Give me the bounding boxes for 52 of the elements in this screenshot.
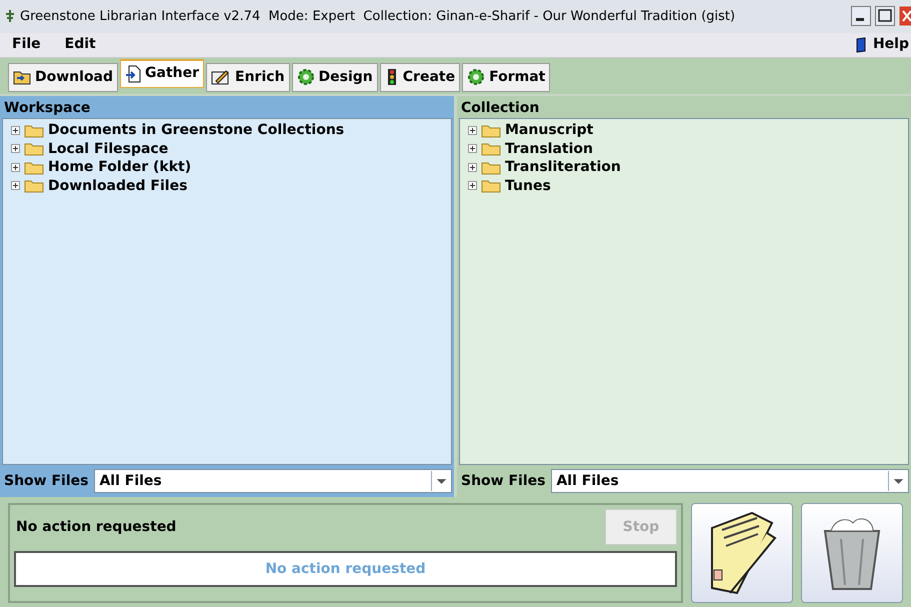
tree-item[interactable]: Manuscript xyxy=(505,123,594,138)
menu-item[interactable]: File xyxy=(0,34,53,56)
trash-button[interactable] xyxy=(801,503,903,604)
tab[interactable]: Create xyxy=(380,62,460,92)
minimize-icon[interactable] xyxy=(851,6,871,26)
filter-dropdown[interactable]: All Files xyxy=(551,469,909,494)
expand-icon[interactable] xyxy=(11,162,20,172)
tree-item[interactable]: Tunes xyxy=(505,178,551,193)
menu-item[interactable]: Edit xyxy=(52,34,108,56)
expand-icon[interactable] xyxy=(468,144,477,154)
tab[interactable]: Format xyxy=(462,62,550,92)
pencil-form-icon xyxy=(211,69,232,86)
maximize-icon[interactable] xyxy=(875,6,895,26)
tab[interactable]: Enrich xyxy=(206,62,290,92)
tree-item[interactable]: Local Filespace xyxy=(48,142,168,156)
window-title: Greenstone Librarian Interface v2.74 Mode: Expert Collection: Ginan-e-Sharif - Our Wonderful Tradition (gist) xyxy=(20,8,736,26)
pane-header: Workspace xyxy=(2,98,452,118)
filter-label: Show Files xyxy=(3,472,90,491)
expand-icon[interactable] xyxy=(11,126,20,135)
app-icon xyxy=(4,9,16,24)
tab[interactable]: Download xyxy=(8,62,118,92)
folder-icon xyxy=(481,178,501,194)
status-message: No action requested xyxy=(15,518,176,537)
filter-label: Show Files xyxy=(460,472,546,491)
expand-icon[interactable] xyxy=(468,181,477,190)
tree-item[interactable]: Documents in Greenstone Collections xyxy=(48,123,344,138)
document-arrow-icon xyxy=(125,64,142,83)
tab[interactable]: Gather xyxy=(120,58,204,88)
folder-icon xyxy=(481,122,501,138)
filter-dropdown[interactable]: All Files xyxy=(94,469,452,494)
expand-icon[interactable] xyxy=(11,144,20,154)
close-icon[interactable] xyxy=(899,6,911,26)
tree-item[interactable]: Home Folder (kkt) xyxy=(48,160,192,174)
menu-item[interactable]: Help xyxy=(868,34,911,56)
gear-icon xyxy=(296,68,315,86)
tree-item[interactable]: Downloaded Files xyxy=(48,178,188,193)
pane-header: Collection xyxy=(459,98,909,118)
folder-button[interactable] xyxy=(691,503,793,604)
expand-icon[interactable] xyxy=(468,126,477,135)
folder-icon xyxy=(481,141,501,156)
tree-item[interactable]: Translation xyxy=(505,142,593,156)
expand-icon[interactable] xyxy=(468,162,477,172)
gear-icon xyxy=(467,68,486,86)
folder-arrow-icon xyxy=(13,69,31,86)
tree-item[interactable]: Transliteration xyxy=(505,160,621,174)
expand-icon[interactable] xyxy=(11,181,20,190)
tab[interactable]: Design xyxy=(292,62,378,92)
folder-icon xyxy=(24,160,44,175)
folder-icon xyxy=(24,122,44,138)
folder-icon xyxy=(481,160,501,175)
folder-icon xyxy=(24,178,44,194)
folder-icon xyxy=(24,141,44,156)
